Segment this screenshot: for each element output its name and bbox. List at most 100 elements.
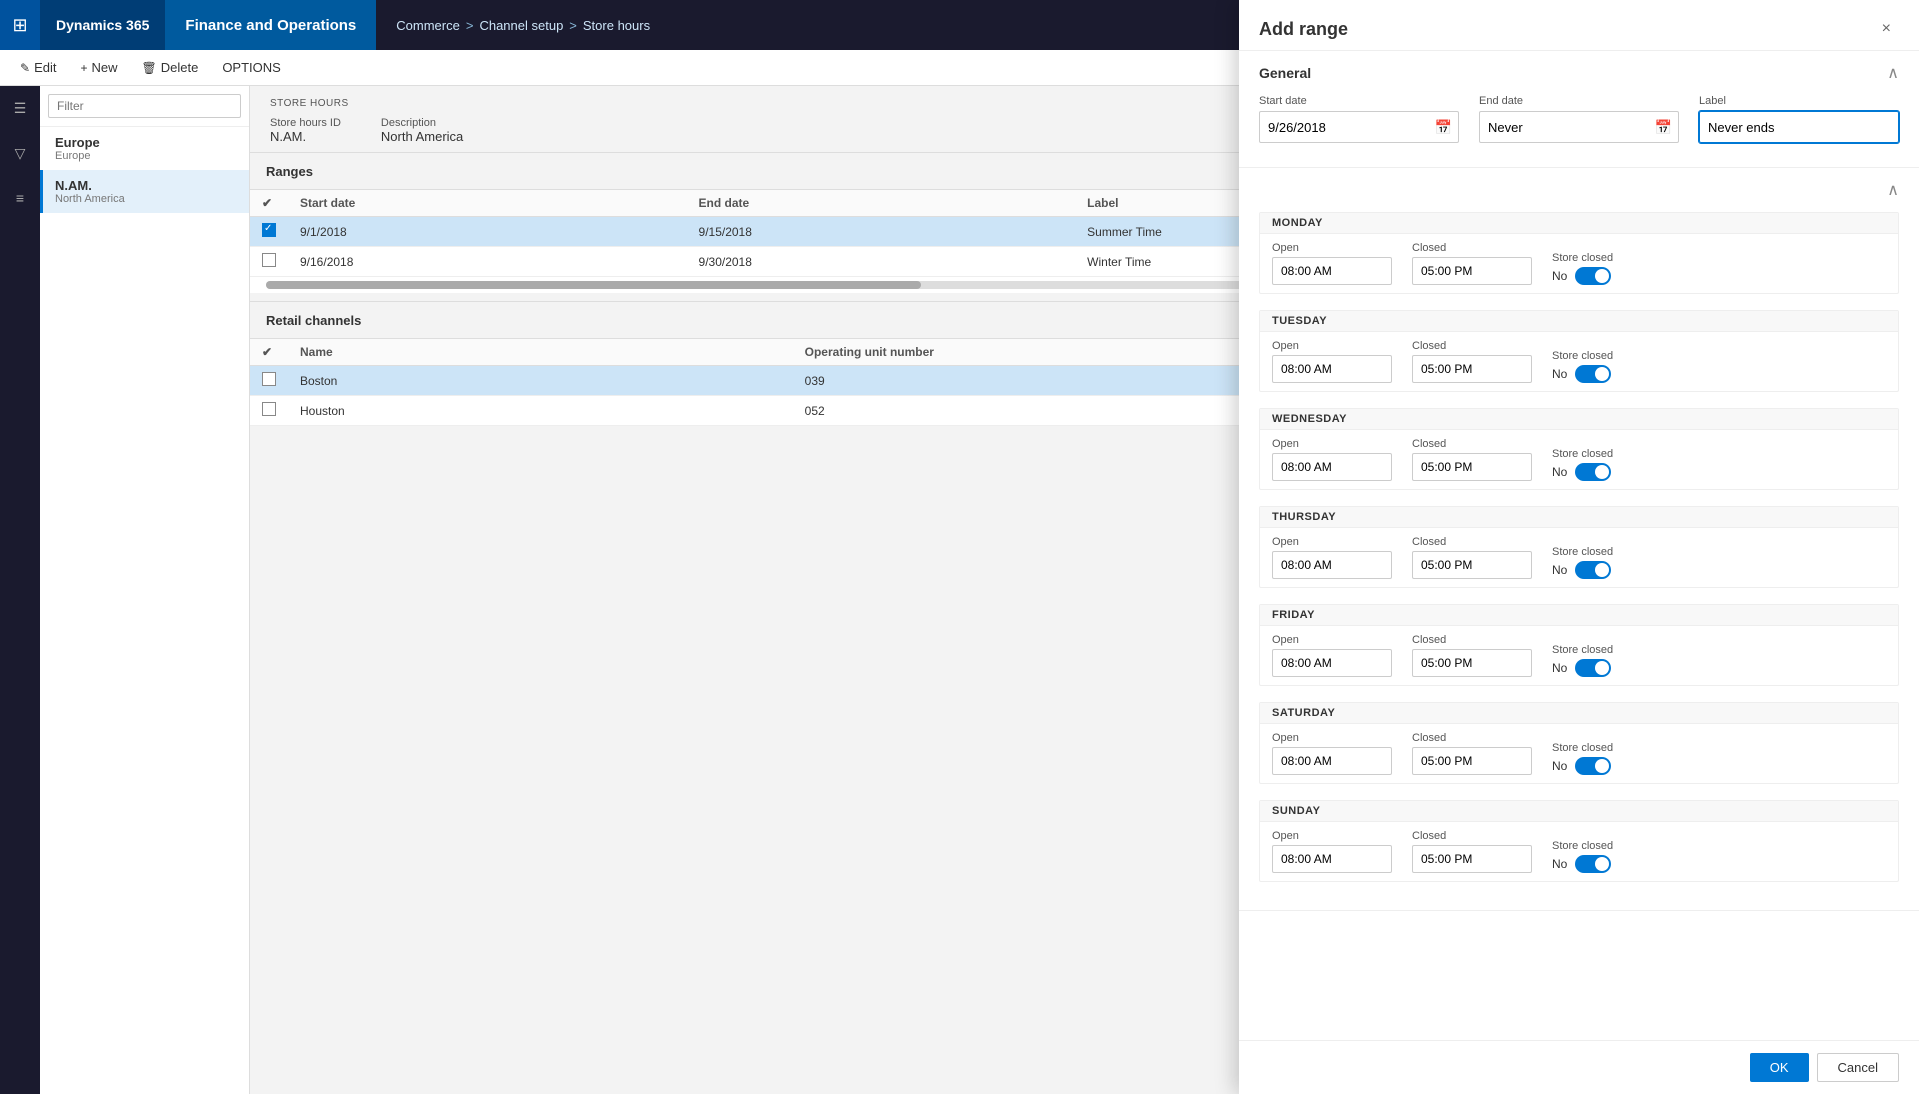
nav-item-nam[interactable]: N.AM. North America bbox=[40, 170, 249, 213]
end-date-input[interactable]: Never 📅 bbox=[1479, 111, 1679, 143]
wednesday-open-label: Open bbox=[1272, 438, 1392, 450]
row-checkbox[interactable] bbox=[262, 372, 276, 386]
thursday-store-closed-value-row: No bbox=[1552, 561, 1611, 579]
delete-icon: 🗑 bbox=[142, 61, 157, 75]
range-start-date: 9/16/2018 bbox=[288, 247, 687, 277]
start-date-group: Start date 9/26/2018 📅 bbox=[1259, 95, 1459, 143]
saturday-open-label: Open bbox=[1272, 732, 1392, 744]
start-date-label: Start date bbox=[1259, 95, 1459, 107]
friday-open-input[interactable] bbox=[1272, 649, 1392, 677]
thursday-open-input[interactable] bbox=[1272, 551, 1392, 579]
sidebar: ☰ ▽ ≡ bbox=[0, 86, 40, 1094]
general-section-header: General ∧ bbox=[1259, 63, 1899, 83]
options-button[interactable]: OPTIONS bbox=[212, 56, 291, 79]
thursday-open-group: Open bbox=[1272, 536, 1392, 579]
wednesday-store-closed-label: Store closed bbox=[1552, 448, 1613, 460]
friday-block: FRIDAY Open Closed Store closed No bbox=[1259, 604, 1899, 686]
modal-close-button[interactable]: × bbox=[1874, 16, 1899, 42]
store-id-label: Store hours ID bbox=[270, 117, 341, 129]
tuesday-store-closed-toggle[interactable] bbox=[1575, 365, 1611, 383]
thursday-store-closed-toggle[interactable] bbox=[1575, 561, 1611, 579]
friday-store-closed-toggle[interactable] bbox=[1575, 659, 1611, 677]
monday-open-input[interactable] bbox=[1272, 257, 1392, 285]
breadcrumb-store-hours[interactable]: Store hours bbox=[583, 18, 650, 33]
saturday-open-input[interactable] bbox=[1272, 747, 1392, 775]
sunday-content: Open Closed Store closed No bbox=[1260, 822, 1898, 881]
cancel-button[interactable]: Cancel bbox=[1817, 1053, 1899, 1082]
range-end-date: 9/30/2018 bbox=[687, 247, 1076, 277]
tuesday-open-input[interactable] bbox=[1272, 355, 1392, 383]
saturday-closed-input[interactable] bbox=[1412, 747, 1532, 775]
days-section-header: ∧ bbox=[1259, 180, 1899, 200]
thursday-block: THURSDAY Open Closed Store closed No bbox=[1259, 506, 1899, 588]
new-button[interactable]: + New bbox=[70, 56, 127, 79]
breadcrumb-commerce[interactable]: Commerce bbox=[396, 18, 460, 33]
friday-closed-group: Closed bbox=[1412, 634, 1532, 677]
saturday-closed-label: Closed bbox=[1412, 732, 1532, 744]
start-date-input[interactable]: 9/26/2018 📅 bbox=[1259, 111, 1459, 143]
tuesday-store-closed: Store closed No bbox=[1552, 350, 1613, 383]
sunday-store-closed-toggle[interactable] bbox=[1575, 855, 1611, 873]
label-label: Label bbox=[1699, 95, 1899, 107]
sunday-open-input[interactable] bbox=[1272, 845, 1392, 873]
monday-store-closed-no: No bbox=[1552, 269, 1567, 283]
retail-col-check: ✔ bbox=[250, 339, 288, 366]
grid-icon[interactable]: ⊞ bbox=[0, 0, 40, 50]
store-id-group: Store hours ID N.AM. bbox=[270, 117, 341, 144]
label-input[interactable] bbox=[1708, 120, 1890, 135]
sunday-closed-label: Closed bbox=[1412, 830, 1532, 842]
ranges-col-enddate: End date bbox=[687, 190, 1076, 217]
edit-button[interactable]: ✎ Edit bbox=[10, 56, 66, 79]
monday-closed-group: Closed bbox=[1412, 242, 1532, 285]
general-section-toggle[interactable]: ∧ bbox=[1887, 63, 1899, 83]
monday-store-closed-value-row: No bbox=[1552, 267, 1611, 285]
saturday-store-closed: Store closed No bbox=[1552, 742, 1613, 775]
edit-icon: ✎ bbox=[20, 61, 30, 75]
filter-input[interactable] bbox=[48, 94, 241, 118]
breadcrumb-sep1: > bbox=[466, 18, 474, 33]
delete-button[interactable]: 🗑 Delete bbox=[132, 56, 209, 79]
wednesday-closed-input[interactable] bbox=[1412, 453, 1532, 481]
monday-open-label: Open bbox=[1272, 242, 1392, 254]
end-date-label: End date bbox=[1479, 95, 1679, 107]
monday-closed-input[interactable] bbox=[1412, 257, 1532, 285]
row-checkbox[interactable] bbox=[262, 223, 276, 237]
friday-header: FRIDAY bbox=[1260, 605, 1898, 626]
hamburger-icon[interactable]: ☰ bbox=[8, 94, 33, 123]
row-checkbox[interactable] bbox=[262, 253, 276, 267]
sunday-closed-input[interactable] bbox=[1412, 845, 1532, 873]
row-checkbox[interactable] bbox=[262, 402, 276, 416]
tuesday-closed-input[interactable] bbox=[1412, 355, 1532, 383]
label-input-wrapper[interactable] bbox=[1699, 111, 1899, 143]
monday-block: MONDAY Open Closed Store closed No bbox=[1259, 212, 1899, 294]
tuesday-block: TUESDAY Open Closed Store closed No bbox=[1259, 310, 1899, 392]
nav-item-nam-sub: North America bbox=[55, 193, 237, 205]
monday-store-closed-toggle[interactable] bbox=[1575, 267, 1611, 285]
nav-item-europe-title: Europe bbox=[55, 135, 237, 150]
modal-body: General ∧ Start date 9/26/2018 📅 End dat… bbox=[1239, 51, 1919, 1040]
list-icon[interactable]: ≡ bbox=[10, 184, 30, 212]
tuesday-store-closed-value-row: No bbox=[1552, 365, 1611, 383]
friday-content: Open Closed Store closed No bbox=[1260, 626, 1898, 685]
breadcrumb-channel-setup[interactable]: Channel setup bbox=[479, 18, 563, 33]
filter-icon[interactable]: ▽ bbox=[9, 139, 32, 168]
wednesday-open-input[interactable] bbox=[1272, 453, 1392, 481]
wednesday-store-closed-toggle[interactable] bbox=[1575, 463, 1611, 481]
store-id-value: N.AM. bbox=[270, 129, 341, 144]
tuesday-open-group: Open bbox=[1272, 340, 1392, 383]
nav-item-europe-sub: Europe bbox=[55, 150, 237, 162]
nav-item-europe[interactable]: Europe Europe bbox=[40, 127, 249, 170]
saturday-store-closed-toggle[interactable] bbox=[1575, 757, 1611, 775]
ranges-col-startdate: Start date bbox=[288, 190, 687, 217]
general-section: General ∧ Start date 9/26/2018 📅 End dat… bbox=[1239, 51, 1919, 168]
thursday-closed-input[interactable] bbox=[1412, 551, 1532, 579]
days-section-toggle[interactable]: ∧ bbox=[1887, 180, 1899, 200]
store-desc-group: Description North America bbox=[381, 117, 463, 144]
saturday-store-closed-label: Store closed bbox=[1552, 742, 1613, 754]
friday-closed-input[interactable] bbox=[1412, 649, 1532, 677]
ranges-col-check: ✔ bbox=[250, 190, 288, 217]
label-group: Label bbox=[1699, 95, 1899, 143]
monday-header: MONDAY bbox=[1260, 213, 1898, 234]
ok-button[interactable]: OK bbox=[1750, 1053, 1809, 1082]
thursday-store-closed-label: Store closed bbox=[1552, 546, 1613, 558]
